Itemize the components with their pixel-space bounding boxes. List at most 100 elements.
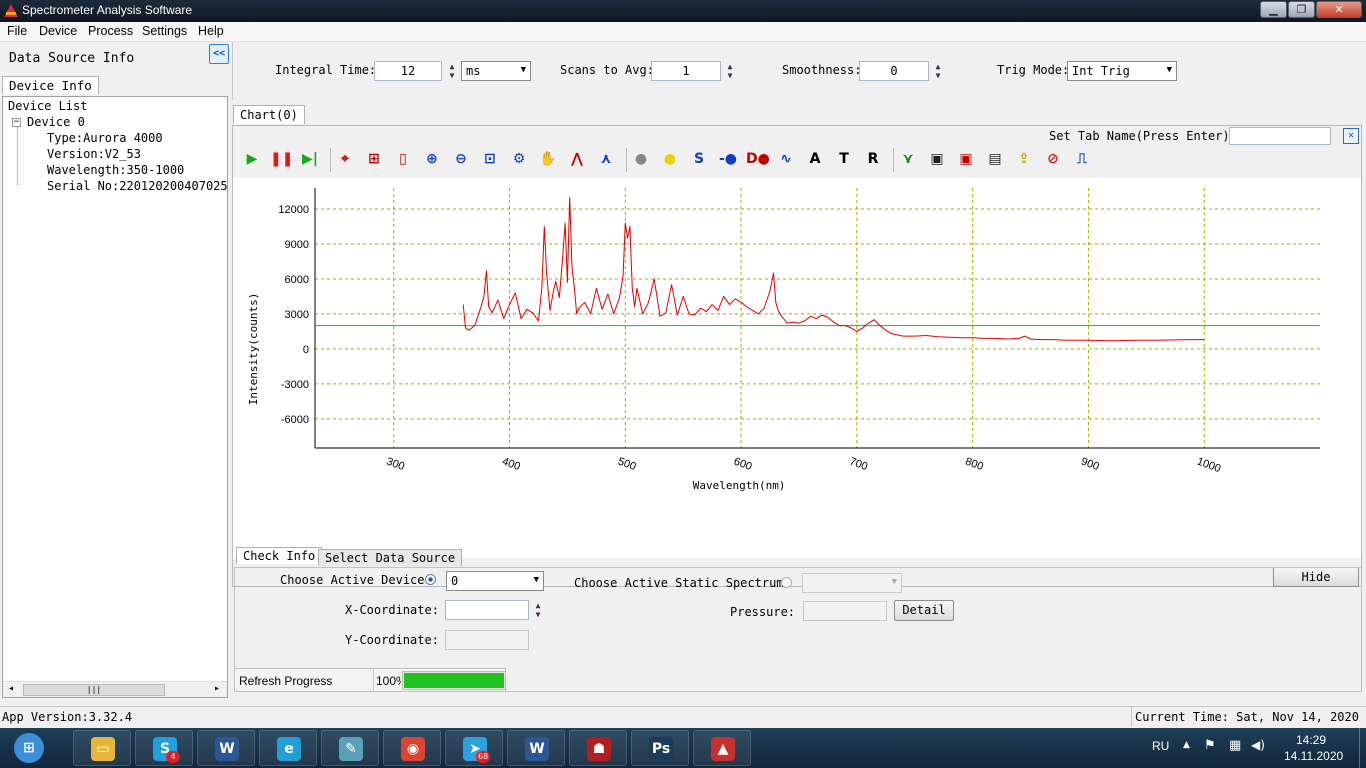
s-mode-icon[interactable]: S bbox=[688, 148, 710, 170]
tree-prop-version[interactable]: Version:V2_53 bbox=[47, 147, 141, 161]
action-center-icon[interactable]: ⚑ bbox=[1204, 738, 1216, 753]
tab-check-info[interactable]: Check Info bbox=[236, 547, 323, 564]
scans-to-avg-spinner[interactable]: ▲ ▼ bbox=[725, 62, 735, 80]
light-bulb-icon[interactable]: ● bbox=[659, 148, 681, 170]
trig-mode-select[interactable]: Int Trig ▼ bbox=[1067, 61, 1177, 81]
static-spectrum-radio[interactable] bbox=[781, 577, 792, 588]
tab-select-data-source[interactable]: Select Data Source bbox=[318, 549, 463, 566]
menu-device[interactable]: Device bbox=[39, 24, 77, 38]
pause-icon[interactable]: ❚❚ bbox=[270, 148, 293, 170]
integral-time-spinner[interactable]: ▲ ▼ bbox=[447, 62, 457, 80]
save-graph-icon[interactable]: ▣ bbox=[926, 148, 948, 170]
show-desktop-button[interactable] bbox=[1359, 728, 1366, 768]
scroll-thumb[interactable]: ||| bbox=[23, 684, 165, 696]
volume-icon[interactable]: ◀) bbox=[1251, 738, 1265, 752]
vertical-marker-icon[interactable]: ▯ bbox=[392, 148, 414, 170]
pan-hand-icon[interactable]: ✋ bbox=[537, 148, 559, 170]
taskbar-button[interactable]: ▭ bbox=[73, 730, 131, 766]
zoom-set-icon[interactable]: ⚙ bbox=[508, 148, 530, 170]
spin-down-icon[interactable]: ▼ bbox=[933, 71, 943, 80]
zoom-out-icon[interactable]: ⊖ bbox=[450, 148, 472, 170]
tab-chart-0[interactable]: Chart(0) bbox=[233, 105, 305, 124]
tree-root-device-list[interactable]: Device List bbox=[8, 99, 87, 113]
taskbar-button[interactable]: S4 bbox=[135, 730, 193, 766]
detail-button[interactable]: Detail bbox=[894, 600, 954, 621]
scroll-left-icon[interactable]: ◂ bbox=[8, 683, 14, 694]
integral-time-unit-select[interactable]: ms ▼ bbox=[461, 61, 531, 81]
clock-time[interactable]: 14:29 bbox=[1296, 733, 1326, 747]
zoom-box-icon[interactable]: ⊡ bbox=[479, 148, 501, 170]
spin-down-icon[interactable]: ▼ bbox=[533, 610, 543, 619]
menu-process[interactable]: Process bbox=[88, 24, 133, 38]
spectrum-chart[interactable]: 120009000600030000-3000-6000300 400 500 600… bbox=[233, 178, 1361, 558]
window-title: Spectrometer Analysis Software bbox=[22, 3, 193, 17]
scroll-right-icon[interactable]: ▸ bbox=[214, 683, 220, 694]
taskbar-button[interactable]: W bbox=[507, 730, 565, 766]
subtract-dark-icon[interactable]: -● bbox=[717, 148, 739, 170]
zoom-in-icon[interactable]: ⊕ bbox=[421, 148, 443, 170]
reflectance-icon[interactable]: R bbox=[862, 148, 884, 170]
x-coordinate-input[interactable] bbox=[445, 600, 529, 620]
taskbar-button[interactable]: ➤ 68 bbox=[445, 730, 503, 766]
clock-date[interactable]: 14.11.2020 bbox=[1284, 749, 1343, 763]
taskbar-button[interactable]: ☗ bbox=[569, 730, 627, 766]
curve-icon[interactable]: ∿ bbox=[775, 148, 797, 170]
save-batch-icon[interactable]: ▤ bbox=[984, 148, 1006, 170]
peak-label-icon[interactable]: ⋏ bbox=[595, 148, 617, 170]
crosshair-icon[interactable]: ⌖ bbox=[334, 148, 356, 170]
d-mode-icon[interactable]: D● bbox=[746, 148, 770, 170]
taskbar-button[interactable]: ✎ bbox=[321, 730, 379, 766]
transmittance-icon[interactable]: T bbox=[833, 148, 855, 170]
step-icon[interactable]: ▶| bbox=[299, 148, 321, 170]
menu-help[interactable]: Help bbox=[198, 24, 224, 38]
spin-down-icon[interactable]: ▼ bbox=[725, 71, 735, 80]
taskbar-button[interactable]: W bbox=[197, 730, 255, 766]
open-spectrum-icon[interactable]: ⎍ bbox=[1071, 148, 1093, 170]
save-spectrum-icon[interactable]: ▣ bbox=[955, 148, 977, 170]
spin-up-icon[interactable]: ▲ bbox=[533, 601, 543, 610]
taskbar-button[interactable]: ⊞ bbox=[2, 730, 56, 766]
spin-up-icon[interactable]: ▲ bbox=[447, 62, 457, 71]
tray-expand-icon[interactable]: ▲ bbox=[1183, 740, 1190, 750]
x-coordinate-spinner[interactable]: ▲ ▼ bbox=[533, 601, 543, 619]
restore-button[interactable]: ❐ bbox=[1288, 1, 1315, 18]
taskbar-button[interactable]: ◉ bbox=[383, 730, 441, 766]
integral-time-input[interactable]: 12 bbox=[374, 61, 442, 81]
collapse-panel-button[interactable]: << bbox=[209, 44, 229, 64]
active-device-radio[interactable] bbox=[425, 574, 436, 585]
smoothness-spinner[interactable]: ▲ ▼ bbox=[933, 62, 943, 80]
minimize-button[interactable]: ▁ bbox=[1260, 1, 1287, 18]
tree-prop-type[interactable]: Type:Aurora 4000 bbox=[47, 131, 163, 145]
chart-background bbox=[233, 178, 1361, 558]
network-icon[interactable]: ▦ bbox=[1229, 738, 1241, 753]
tab-device-info[interactable]: Device Info bbox=[2, 76, 99, 94]
scans-to-avg-input[interactable]: 1 bbox=[651, 61, 721, 81]
spin-up-icon[interactable]: ▲ bbox=[933, 62, 943, 71]
tree-prop-wavelength[interactable]: Wavelength:350-1000 bbox=[47, 163, 184, 177]
spin-up-icon[interactable]: ▲ bbox=[725, 62, 735, 71]
menu-file[interactable]: File bbox=[7, 24, 27, 38]
taskbar-button[interactable]: e bbox=[259, 730, 317, 766]
dark-bulb-icon[interactable]: ● bbox=[630, 148, 652, 170]
tree-expander-icon[interactable]: − bbox=[12, 118, 21, 127]
absorbance-icon[interactable]: A bbox=[804, 148, 826, 170]
delete-icon[interactable]: ⊘ bbox=[1042, 148, 1064, 170]
active-device-select[interactable]: 0 ▼ bbox=[446, 571, 544, 591]
tree-node-device-0[interactable]: Device 0 bbox=[27, 115, 85, 129]
smoothness-input[interactable]: 0 bbox=[859, 61, 929, 81]
language-indicator[interactable]: RU bbox=[1152, 739, 1169, 753]
fit-curve-icon[interactable]: ⋎ bbox=[897, 148, 919, 170]
menu-settings[interactable]: Settings bbox=[142, 24, 187, 38]
export-icon[interactable]: ⇪ bbox=[1013, 148, 1035, 170]
set-tab-name-input[interactable] bbox=[1229, 127, 1331, 145]
tree-prop-serial[interactable]: Serial No:2201202004070253 bbox=[47, 179, 227, 193]
close-tab-icon[interactable]: ✕ bbox=[1343, 128, 1359, 144]
horizontal-scrollbar[interactable]: ◂ ||| ▸ bbox=[3, 681, 227, 697]
grid-cross-icon[interactable]: ⊞ bbox=[363, 148, 385, 170]
spin-down-icon[interactable]: ▼ bbox=[447, 71, 457, 80]
peak-pick-icon[interactable]: ⋀ bbox=[566, 148, 588, 170]
close-button[interactable]: ✕ bbox=[1316, 1, 1362, 18]
taskbar-button[interactable]: Ps bbox=[631, 730, 689, 766]
taskbar-button[interactable]: ▲ bbox=[693, 730, 751, 766]
play-icon[interactable]: ▶ bbox=[241, 148, 263, 170]
